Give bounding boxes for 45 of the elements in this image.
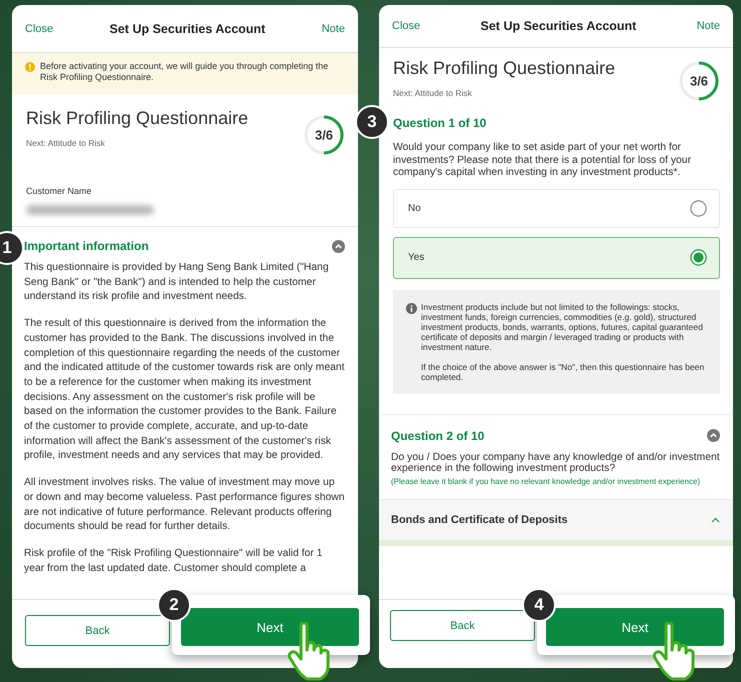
category-row[interactable]: Bonds and Certificate of Deposits xyxy=(379,499,733,540)
page-title: Set Up Securities Account xyxy=(110,22,266,36)
close-link[interactable]: Close xyxy=(392,20,420,32)
radio-icon xyxy=(690,200,707,216)
answer-option[interactable]: Yes xyxy=(393,236,720,278)
field-label: Customer Name xyxy=(26,186,93,196)
question-title: Question 1 of 10 xyxy=(393,116,488,130)
progress-count: 3/6 xyxy=(314,128,334,142)
step-badge: 1 xyxy=(0,231,24,265)
question-text: Do you / Does your company have any knowledge of and/or investment experience in the following investment products? xyxy=(391,452,720,476)
answer-option[interactable]: No xyxy=(393,188,720,228)
section-title: Important information xyxy=(24,239,149,253)
info-paragraph: This questionnaire is provided by Hang Seng Bank Limited ("Hang Seng Bank" or "the Bank") and is intended to help the customer understand its risk profile and investment needs. xyxy=(24,261,330,304)
notice-text: Before activating your account, we will guide you through completing the Risk Profiling Questionnaire. xyxy=(40,61,330,83)
close-link[interactable]: Close xyxy=(25,22,54,34)
next-step-text: Next: Attitude to Risk xyxy=(393,88,473,98)
progress-ring xyxy=(303,114,345,156)
collapse-icon[interactable] xyxy=(332,240,345,252)
info-paragraph: The result of this questionnaire is derived from the information the customer has provided to the Bank. The discussions involved in the completion of this questionnaire regarding the needs of the customer and the indicated attitude of the customer towards risk are only meant to be a reference for the customer when making its investment decisions. Any assessment on the customer's risk profile will be based on the information the customer provides to the Bank. Failure of the customer to provide complete, accurate, and up-to-date information will affect the Bank's assessment of the customer's risk profile, investment needs and any services that may be provided. xyxy=(24,317,345,464)
questionnaire-title: Risk Profiling Questionnaire xyxy=(26,108,248,129)
collapse-icon[interactable] xyxy=(707,429,720,442)
hint-text: (Please leave it blank if you have no relevant knowledge and/or investment experience) xyxy=(391,477,702,488)
back-button[interactable]: Back xyxy=(25,615,170,646)
info-paragraph: All investment involves risks. The value of investment may move up or down and may become valueless. Past performance figures shown are not indicative of future performance. Relevant products offering documents should be read for further details. xyxy=(24,476,345,534)
step-badge: 2 xyxy=(157,588,191,622)
next-step-text: Next: Attitude to Risk xyxy=(26,138,106,148)
progress-count: 3/6 xyxy=(690,74,708,88)
info-icon xyxy=(406,302,417,314)
back-button[interactable]: Back xyxy=(390,610,535,641)
note-link[interactable]: Note xyxy=(322,22,345,34)
note-text: Investment products include but not limited to the followings: stocks, investment funds, foreign currencies, commodities (e.g. gold), structured investment products, bonds, warrants, options, futures, capital guaranteed certificate of deposits and margin / leveraged trading or products with investment nature. xyxy=(421,302,704,352)
warning-icon xyxy=(25,62,35,72)
next-button[interactable]: Next xyxy=(181,608,359,646)
note-text: If the choice of the above answer is "No", then this questionnaire has been completed. xyxy=(421,362,706,382)
progress-ring xyxy=(678,60,720,102)
step-badge: 4 xyxy=(522,588,556,622)
page-title: Set Up Securities Account xyxy=(480,19,636,33)
question-text: Would your company like to set aside part of your net worth for investments? Please note that there is a potential for loss of your company's capital when investing in any investment products*. xyxy=(393,142,692,180)
question-title: Question 2 of 10 xyxy=(391,428,484,442)
note-link[interactable]: Note xyxy=(696,20,720,32)
step-badge: 3 xyxy=(355,105,389,139)
info-paragraph: Risk profile of the "Risk Profiling Questionnaire" will be valid for 1 year from the last updated date. Customer should complete a xyxy=(24,546,324,576)
questionnaire-title: Risk Profiling Questionnaire xyxy=(393,58,616,79)
next-button[interactable]: Next xyxy=(546,608,724,646)
radio-icon xyxy=(690,249,707,266)
